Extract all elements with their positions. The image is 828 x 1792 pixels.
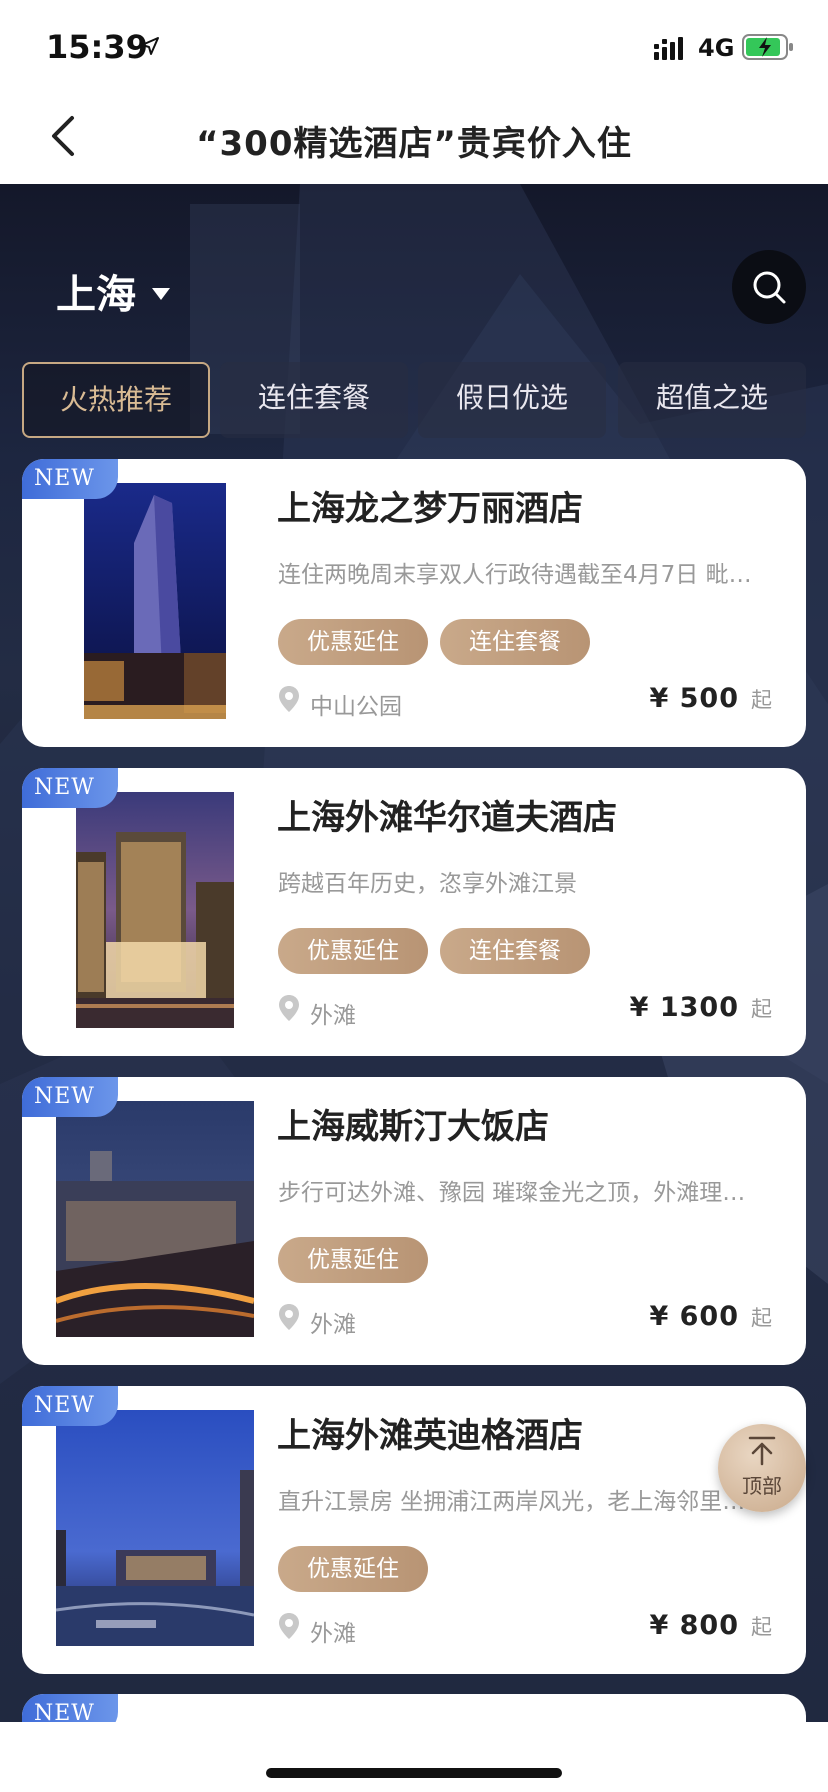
page-title: “300精选酒店”贵宾价入住 [196,124,632,164]
nav-bar: “300精选酒店”贵宾价入住 [0,92,828,184]
arrow-up-icon [748,1436,776,1466]
search-icon [753,271,786,304]
hotel-location: 中山公园 [310,694,402,720]
tag: 优惠延住 [278,619,428,665]
price-value: ¥ 600 [649,1301,739,1332]
location-pin-icon [279,1304,299,1330]
hotel-image [84,483,226,719]
hotel-image [76,792,234,1028]
back-to-top-label: 顶部 [742,1474,782,1498]
tag-list: 优惠延住 连住套餐 [278,928,590,974]
price-suffix: 起 [751,1615,772,1639]
tag: 优惠延住 [278,1237,428,1283]
hotel-card[interactable]: NEW 上海龙之梦万丽酒店 连住两晚周末享双人行政待遇截至4月7日 毗邻… 优惠… [22,459,806,747]
hotel-card[interactable]: NEW 上海外滩华尔道夫酒店 跨越百年历史，恣享外滩江景 优惠延住 连住套餐 外… [22,768,806,1056]
hotel-location: 外滩 [310,1003,356,1029]
hotel-card[interactable]: NEW 上海外滩英迪格酒店 直升江景房 坐拥浦江两岸风光，老上海邻里… 优惠延住… [22,1386,806,1674]
new-badge: NEW [22,459,118,499]
tab-value[interactable]: 超值之选 [618,362,806,438]
hotel-name: 上海威斯汀大饭店 [277,1107,549,1147]
tag: 连住套餐 [440,928,590,974]
hotel-image [56,1101,254,1337]
home-indicator-area [0,1722,828,1792]
location-arrow-icon [141,37,159,55]
hotel-image [56,1410,254,1646]
price-suffix: 起 [751,688,772,712]
location-pin-icon [279,995,299,1021]
status-bar: 15:39 4G [0,0,828,92]
hotel-location: 外滩 [310,1312,356,1338]
hero-section: 上海 火热推荐 连住套餐 假日优选 超值之选 NEW 上海龙之梦万丽酒店 连住两… [0,184,828,1722]
price: ¥ 600 起 [649,1301,772,1332]
signal-icon [654,37,683,60]
hotel-card[interactable]: NEW 上海威斯汀大饭店 步行可达外滩、豫园 璀璨金光之顶，外滩理… 优惠延住 … [22,1077,806,1365]
hotel-name: 上海外滩华尔道夫酒店 [277,798,617,838]
status-time: 15:39 [46,28,148,66]
price-suffix: 起 [751,1306,772,1330]
hotel-name: 上海龙之梦万丽酒店 [277,489,583,529]
tab-consecutive-stay[interactable]: 连住套餐 [220,362,408,438]
hotel-card-partial[interactable]: NEW [22,1694,806,1722]
new-badge: NEW [22,1077,118,1117]
city-selector[interactable]: 上海 [56,262,170,320]
price-suffix: 起 [751,997,772,1021]
price: ¥ 800 起 [649,1610,772,1641]
network-label: 4G [698,34,735,62]
tag: 优惠延住 [278,928,428,974]
hotel-description: 步行可达外滩、豫园 璀璨金光之顶，外滩理… [278,1180,746,1206]
hotel-description: 跨越百年历史，恣享外滩江景 [278,871,577,897]
city-name: 上海 [56,272,136,318]
caret-down-icon [152,288,170,300]
price: ¥ 500 起 [649,683,772,714]
price-value: ¥ 1300 [629,992,739,1023]
tag-list: 优惠延住 [278,1237,428,1283]
tag: 优惠延住 [278,1546,428,1592]
new-badge: NEW [22,768,118,808]
tag: 连住套餐 [440,619,590,665]
price-value: ¥ 800 [649,1610,739,1641]
tag-list: 优惠延住 [278,1546,428,1592]
back-to-top-button[interactable]: 顶部 [718,1424,806,1512]
new-badge: NEW [22,1386,118,1426]
hotel-location: 外滩 [310,1621,356,1647]
price: ¥ 1300 起 [630,992,772,1023]
new-badge: NEW [22,1694,118,1722]
price-value: ¥ 500 [649,683,739,714]
hotel-name: 上海外滩英迪格酒店 [277,1416,583,1456]
hotel-description: 直升江景房 坐拥浦江两岸风光，老上海邻里… [278,1489,746,1515]
battery-charging-icon [742,34,793,60]
location-pin-icon [279,1613,299,1639]
home-indicator[interactable] [266,1768,562,1778]
category-tabs: 火热推荐 连住套餐 假日优选 超值之选 [22,362,806,438]
tab-holiday[interactable]: 假日优选 [418,362,606,438]
hotel-description: 连住两晚周末享双人行政待遇截至4月7日 毗邻… [278,562,774,588]
location-pin-icon [279,686,299,712]
tab-hot[interactable]: 火热推荐 [22,362,210,438]
tag-list: 优惠延住 连住套餐 [278,619,590,665]
search-button[interactable] [732,250,806,324]
